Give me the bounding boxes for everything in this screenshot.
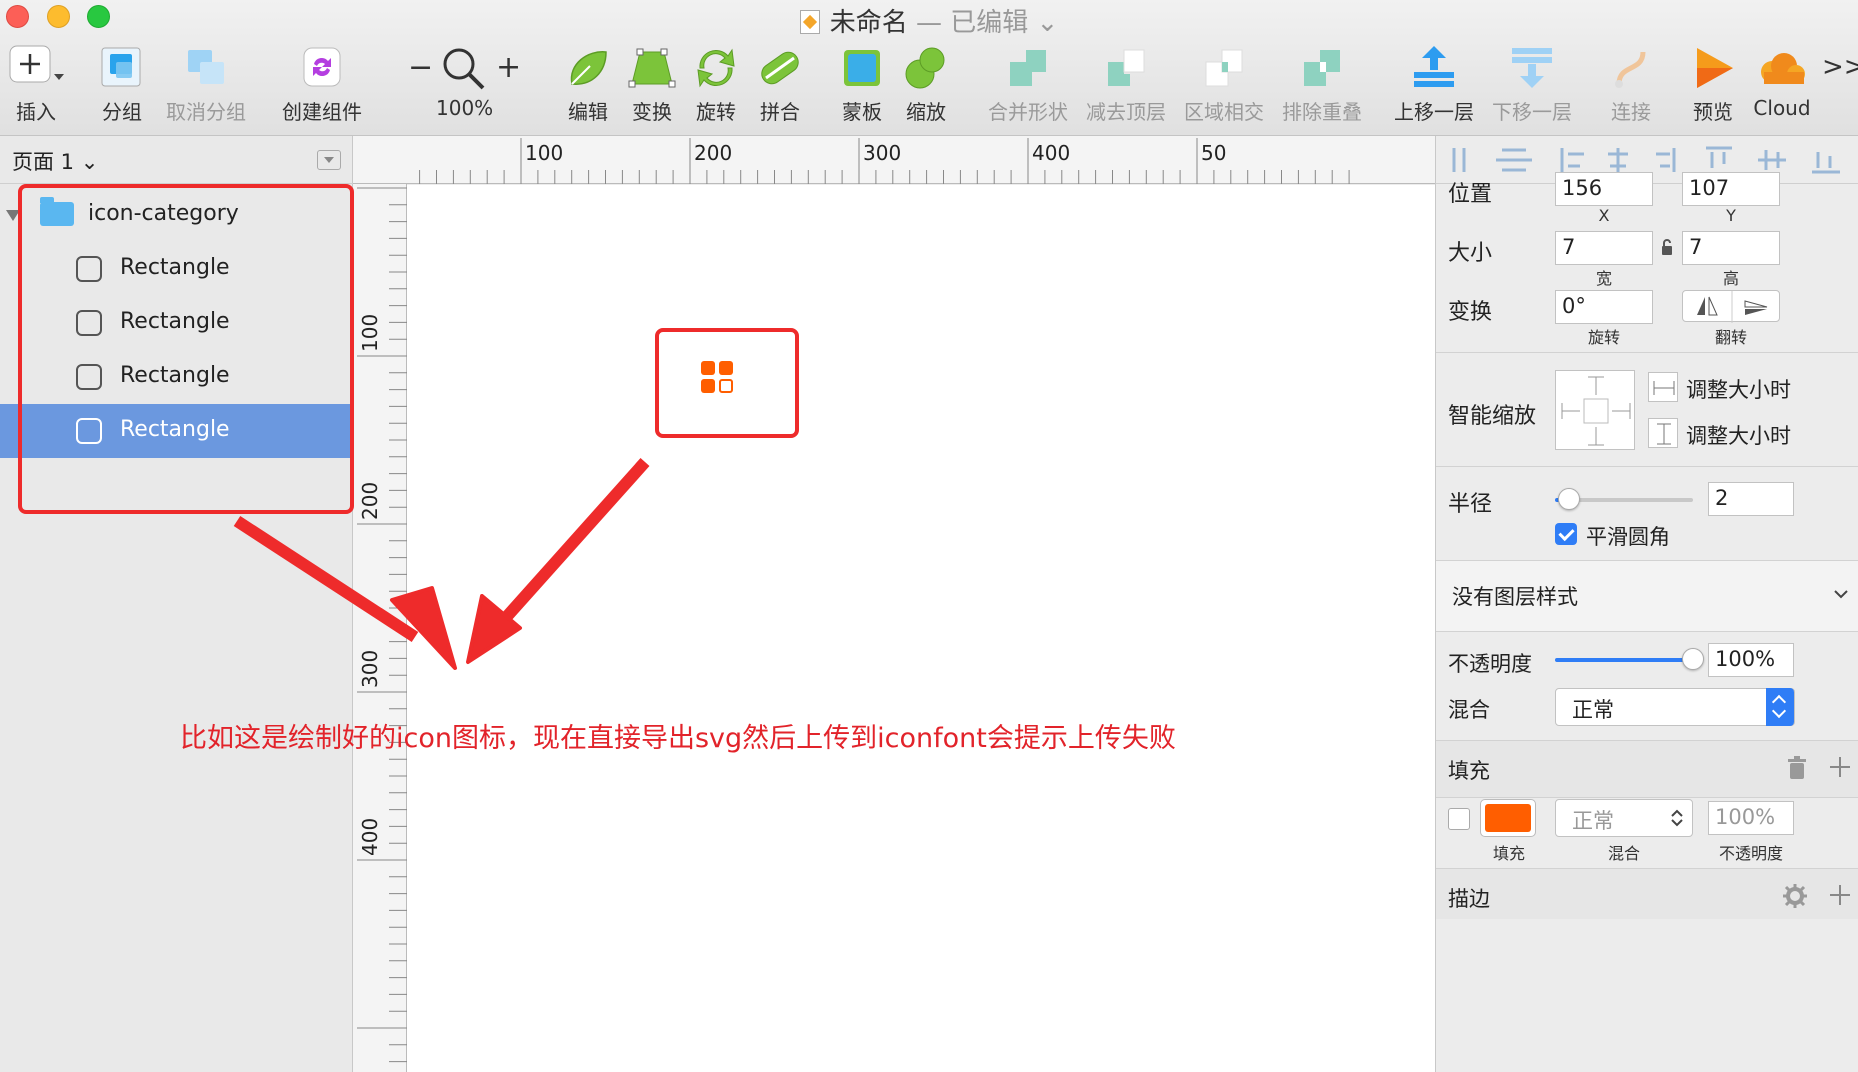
annotation-arrows	[233, 458, 650, 670]
annotation-text: 比如这是绘制好的icon图标，现在直接导出svg然后上传到iconfont会提示…	[180, 723, 1176, 754]
